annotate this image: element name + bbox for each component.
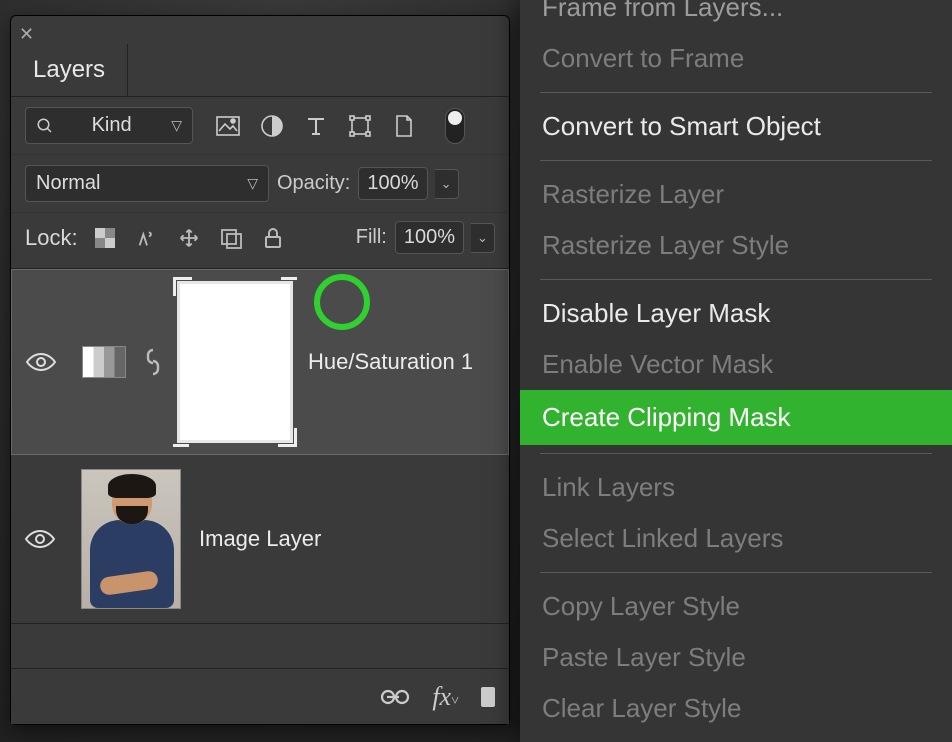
menu-item-convert-smart-object[interactable]: Convert to Smart Object: [520, 101, 952, 152]
lock-transparency-icon[interactable]: [92, 225, 118, 251]
tab-layers[interactable]: Layers: [11, 44, 128, 96]
adjustment-layer-filter-icon[interactable]: [259, 113, 285, 139]
close-icon[interactable]: ✕: [19, 24, 34, 45]
fill-value-input[interactable]: 100%: [395, 221, 464, 254]
layer-row[interactable]: Hue/Saturation 1: [11, 269, 509, 455]
filter-toggle[interactable]: [445, 108, 465, 144]
menu-separator: [540, 160, 932, 161]
blend-mode-value: Normal: [36, 172, 100, 195]
layer-name[interactable]: Hue/Saturation 1: [308, 349, 473, 375]
layer-context-menu: Frame from Layers... Convert to Frame Co…: [520, 0, 952, 742]
visibility-toggle-icon[interactable]: [24, 528, 54, 550]
lock-icons: [92, 225, 286, 251]
fill-stepper[interactable]: ⌄: [471, 223, 495, 253]
layer-list: Hue/Saturation 1 Image Layer: [11, 269, 509, 668]
blend-opacity-row: Normal ▽ Opacity: 100% ⌄: [11, 154, 509, 212]
link-layers-icon[interactable]: [380, 688, 410, 706]
menu-separator: [540, 453, 932, 454]
menu-item-create-clipping-mask[interactable]: Create Clipping Mask: [520, 390, 952, 445]
mask-selection-corners: [180, 284, 290, 440]
search-icon: [36, 117, 54, 135]
layer-mask-wrap: [180, 284, 290, 440]
more-footer-icon[interactable]: [481, 685, 495, 709]
kind-filter-dropdown[interactable]: Kind ▽: [25, 107, 193, 144]
layer-thumbnail[interactable]: [81, 469, 181, 609]
annotation-circle: [314, 274, 370, 330]
layers-panel-footer: fx˅: [11, 668, 509, 724]
menu-item-rasterize-layer: Rasterize Layer: [520, 169, 952, 220]
layer-row[interactable]: Image Layer: [11, 455, 509, 624]
lock-pixels-icon[interactable]: [134, 225, 160, 251]
menu-item-copy-layer-style: Copy Layer Style: [520, 581, 952, 632]
type-layer-filter-icon[interactable]: [303, 113, 329, 139]
lock-all-icon[interactable]: [260, 225, 286, 251]
adjustment-layer-icon: [82, 346, 126, 378]
visibility-toggle-icon[interactable]: [25, 351, 55, 373]
menu-item-select-linked-layers: Select Linked Layers: [520, 513, 952, 564]
kind-filter-label: Kind: [92, 114, 132, 137]
filter-type-icons: [215, 108, 465, 144]
smartobject-filter-icon[interactable]: [391, 113, 417, 139]
mask-link-icon[interactable]: [144, 347, 162, 377]
pixel-layer-filter-icon[interactable]: [215, 113, 241, 139]
lock-position-icon[interactable]: [176, 225, 202, 251]
lock-label: Lock:: [25, 225, 78, 251]
menu-separator: [540, 572, 932, 573]
lock-fill-row: Lock: Fill: 100% ⌄: [11, 212, 509, 269]
menu-item-paste-layer-style: Paste Layer Style: [520, 632, 952, 683]
lock-artboard-icon[interactable]: [218, 225, 244, 251]
fill-value: 100%: [404, 226, 455, 249]
menu-separator: [540, 279, 932, 280]
opacity-value: 100%: [367, 172, 418, 195]
menu-item-rasterize-layer-style: Rasterize Layer Style: [520, 220, 952, 271]
menu-item-disable-layer-mask[interactable]: Disable Layer Mask: [520, 288, 952, 339]
blend-mode-dropdown[interactable]: Normal ▽: [25, 165, 269, 202]
opacity-label: Opacity:: [277, 172, 350, 195]
fill-label: Fill:: [356, 226, 387, 249]
layer-effects-icon[interactable]: fx˅: [432, 682, 459, 712]
menu-item-link-layers: Link Layers: [520, 462, 952, 513]
chevron-down-icon: ▽: [171, 117, 182, 134]
chevron-down-icon: ▽: [247, 175, 258, 192]
menu-item-convert-to-frame: Convert to Frame: [520, 33, 952, 84]
menu-item-enable-vector-mask: Enable Vector Mask: [520, 339, 952, 390]
opacity-stepper[interactable]: ⌄: [435, 169, 459, 199]
layer-name[interactable]: Image Layer: [199, 526, 321, 552]
menu-separator: [540, 92, 932, 93]
opacity-value-input[interactable]: 100%: [358, 167, 427, 200]
menu-item-clear-layer-style: Clear Layer Style: [520, 683, 952, 734]
menu-item-frame-from-layers[interactable]: Frame from Layers...: [520, 0, 952, 33]
panel-tabs: Layers: [11, 44, 509, 97]
filter-row: Kind ▽: [11, 97, 509, 154]
layers-panel: ✕ Layers Kind ▽: [10, 15, 510, 725]
shape-layer-filter-icon[interactable]: [347, 113, 373, 139]
